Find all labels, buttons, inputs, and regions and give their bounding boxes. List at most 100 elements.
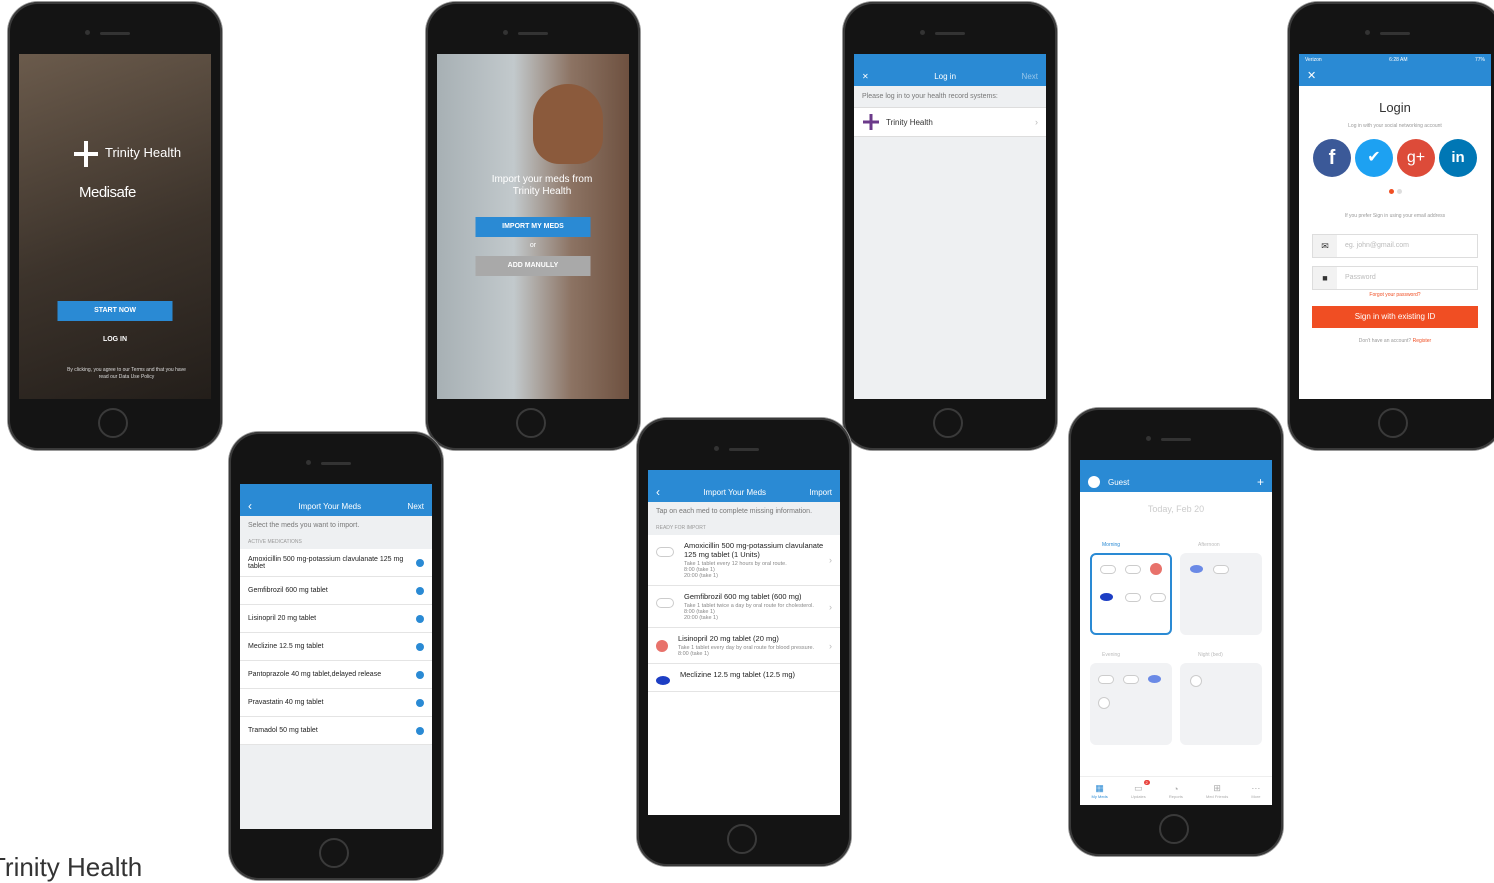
med-detail: Take 1 tablet every day by oral route fo…: [678, 645, 815, 657]
med-row[interactable]: Lisinopril 20 mg tablet: [240, 605, 432, 633]
provider-row[interactable]: Trinity Health ›: [854, 107, 1046, 137]
facebook-icon[interactable]: f: [1313, 139, 1351, 177]
checkmark-icon[interactable]: [416, 698, 424, 707]
pill-icon: [1213, 565, 1229, 574]
twitter-icon[interactable]: ✔: [1355, 139, 1393, 177]
camera: [714, 446, 719, 451]
next-button[interactable]: Next: [408, 502, 424, 511]
med-name: Amoxicillin 500 mg-potassium clavulanate…: [684, 541, 824, 559]
date-label: Today, Feb 20: [1147, 504, 1205, 514]
mail-icon: ✉: [1313, 235, 1337, 257]
add-icon[interactable]: +: [1257, 475, 1264, 489]
blue-pill-icon: [1190, 565, 1203, 573]
close-icon[interactable]: ✕: [1307, 70, 1316, 82]
nav-bar: ✕: [1299, 66, 1491, 86]
start-now-button[interactable]: START NOW: [57, 301, 173, 321]
med-row[interactable]: Amoxicillin 500 mg-potassium clavulanate…: [648, 535, 840, 586]
evening-card[interactable]: [1090, 663, 1172, 745]
med-list: Amoxicillin 500 mg-potassium clavulanate…: [240, 549, 432, 745]
add-manually-button[interactable]: ADD MANULLY: [475, 256, 591, 276]
app-name: Medisafe: [79, 184, 136, 201]
email-field[interactable]: ✉ eg. john@gmail.com: [1312, 234, 1478, 258]
import-intro-screen: Import your meds from Trinity Health IMP…: [437, 54, 629, 399]
phone-login-provider: ✕ Log in Next Please log in to your heal…: [843, 2, 1057, 450]
phone-select-meds: ‹ Import Your Meds Next Select the meds …: [229, 432, 443, 880]
med-row[interactable]: Pantoprazole 40 mg tablet,delayed releas…: [240, 661, 432, 689]
night-card[interactable]: [1180, 663, 1262, 745]
clock: 6:28 AM: [1389, 57, 1408, 63]
morning-card[interactable]: [1090, 553, 1172, 635]
import-button[interactable]: Import: [809, 488, 832, 497]
forgot-password-link[interactable]: Forgot your password?: [1299, 292, 1491, 298]
tab-reports[interactable]: ◔ Reports: [1169, 784, 1183, 799]
brand-name: Trinity Health: [105, 145, 182, 160]
med-row[interactable]: Pravastatin 40 mg tablet: [240, 689, 432, 717]
tab-label: Updates: [1130, 794, 1146, 799]
checkmark-icon[interactable]: [416, 558, 424, 567]
tab-more[interactable]: ⋯ More: [1251, 783, 1260, 799]
nav-title: Import Your Meds: [298, 501, 362, 511]
provider-name: Trinity Health: [886, 117, 933, 127]
status-bar: [240, 484, 432, 496]
social-subtitle: Log in with your social networking accou…: [1348, 123, 1442, 129]
med-name: Meclizine 12.5 mg tablet (12.5 mg): [680, 670, 796, 679]
status-bar: [1080, 460, 1272, 472]
pill-icon: [1125, 565, 1141, 574]
trinity-cross-icon: [71, 139, 101, 169]
checkmark-icon[interactable]: [416, 726, 424, 735]
tab-label: My Meds: [1091, 794, 1108, 799]
welcome-screen: Trinity Health Medisafe START NOW LOG IN…: [19, 54, 211, 399]
tab-med-friends[interactable]: ⊞ Med Friends: [1206, 783, 1228, 799]
med-name: Meclizine 12.5 mg tablet: [248, 643, 324, 650]
import-headline: Import your meds from Trinity Health: [491, 174, 593, 197]
close-icon[interactable]: ✕: [862, 72, 869, 81]
home-button: [319, 838, 349, 868]
password-field[interactable]: ■ Password: [1312, 266, 1478, 290]
med-row[interactable]: Meclizine 12.5 mg tablet (12.5 mg): [648, 664, 840, 692]
nav-bar: Guest +: [1080, 472, 1272, 492]
next-button[interactable]: Next: [1022, 72, 1038, 81]
trinity-cross-icon: [863, 114, 879, 130]
login-link[interactable]: LOG IN: [85, 330, 145, 350]
password-placeholder: Password: [1345, 274, 1376, 281]
med-row[interactable]: Gemfibrozil 600 mg tablet (600 mg) Take 1…: [648, 586, 840, 628]
med-row[interactable]: Gemfibrozil 600 mg tablet: [240, 577, 432, 605]
tab-updates[interactable]: ▭ Updates 2: [1130, 780, 1150, 799]
tap-hint: Tap on each med to complete missing info…: [648, 502, 840, 521]
pill-icon: [1123, 675, 1139, 684]
night-label: Night (bed): [1198, 652, 1223, 658]
login-title: Login: [1379, 100, 1411, 115]
tab-my-meds[interactable]: ▦ My Meds: [1092, 783, 1108, 799]
signin-button[interactable]: Sign in with existing ID: [1312, 306, 1478, 328]
med-row[interactable]: Tramadol 50 mg tablet: [240, 717, 432, 745]
lock-icon: ■: [1313, 267, 1337, 289]
red-pill-icon: [1150, 563, 1162, 575]
afternoon-card[interactable]: [1180, 553, 1262, 635]
speaker: [1380, 32, 1410, 35]
linkedin-icon[interactable]: in: [1439, 139, 1477, 177]
import-my-meds-button[interactable]: IMPORT MY MEDS: [475, 217, 591, 237]
google-plus-icon[interactable]: g+: [1397, 139, 1435, 177]
med-row[interactable]: Meclizine 12.5 mg tablet: [240, 633, 432, 661]
chevron-right-icon: ›: [829, 601, 832, 612]
med-name: Tramadol 50 mg tablet: [248, 727, 318, 734]
nurse-photo: [533, 84, 603, 164]
register-link[interactable]: Register: [1413, 338, 1432, 344]
checkmark-icon[interactable]: [416, 670, 424, 679]
pill-icon: [1098, 697, 1110, 709]
section-header: Active medications: [240, 535, 432, 549]
nav-bar: ‹ Import Your Meds Import: [648, 482, 840, 502]
camera: [503, 30, 508, 35]
checkmark-icon[interactable]: [416, 586, 424, 595]
med-row[interactable]: Lisinopril 20 mg tablet (20 mg) Take 1 ta…: [648, 628, 840, 664]
home-button: [98, 408, 128, 438]
footer-brand: Trinity Health: [0, 852, 143, 882]
legal-text: By clicking, you agree to our Terms and …: [67, 367, 186, 380]
checkmark-icon[interactable]: [416, 614, 424, 623]
email-hint: If you prefer Sign in using your email a…: [1344, 213, 1446, 219]
user-name: Guest: [1108, 477, 1130, 487]
avatar-icon[interactable]: [1088, 476, 1100, 488]
med-row[interactable]: Amoxicillin 500 mg-potassium clavulanate…: [240, 549, 432, 577]
checkmark-icon[interactable]: [416, 642, 424, 651]
notification-badge: 2: [1143, 780, 1150, 785]
